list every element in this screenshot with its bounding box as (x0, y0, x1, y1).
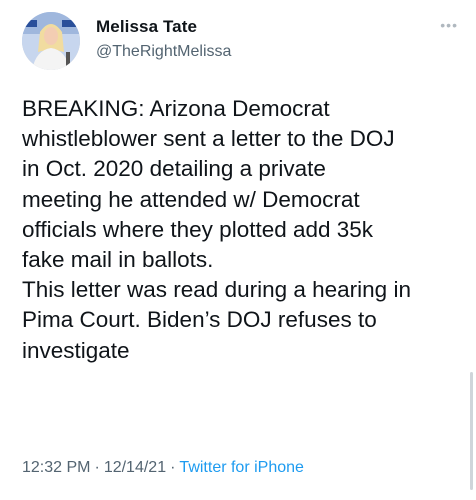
tweet-meta: 12:32 PM · 12/14/21 · Twitter for iPhone (22, 459, 304, 477)
avatar[interactable] (22, 12, 80, 70)
tweet-time[interactable]: 12:32 PM (22, 459, 90, 476)
author-name[interactable]: Melissa Tate (96, 17, 197, 37)
tweet-source-link[interactable]: Twitter for iPhone (179, 459, 304, 476)
more-dots-icon[interactable]: ••• (440, 18, 458, 32)
avatar-image (22, 12, 80, 70)
tweet-text: BREAKING: Arizona Democrat whistleblower… (22, 96, 411, 363)
author-handle[interactable]: @TheRightMelissa (96, 43, 231, 61)
meta-separator: · (94, 459, 100, 476)
tweet-date[interactable]: 12/14/21 (104, 459, 166, 476)
tweet-card: Melissa Tate @TheRightMelissa ••• BREAKI… (0, 0, 476, 500)
scrollbar[interactable] (470, 372, 473, 490)
meta-separator: · (170, 459, 176, 476)
